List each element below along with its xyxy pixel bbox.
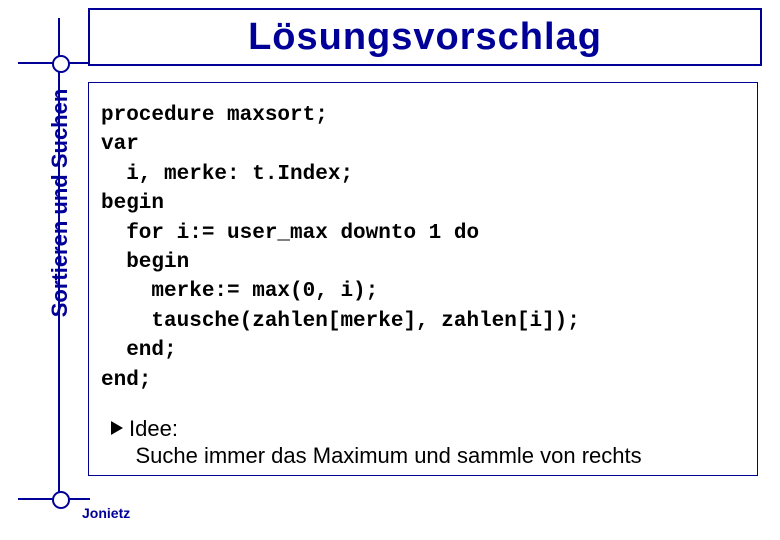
slide-title: Lösungsvorschlag [248, 16, 602, 59]
title-box: Lösungsvorschlag [88, 8, 762, 66]
sidebar-label: Sortieren und Suchen [47, 83, 73, 323]
content-box: procedure maxsort; var i, merke: t.Index… [88, 82, 758, 476]
decorative-dot-top [52, 55, 70, 73]
code-listing: procedure maxsort; var i, merke: t.Index… [101, 101, 745, 395]
idea-label: Idee: [129, 416, 178, 441]
bullet-arrow-icon [111, 421, 123, 435]
idea-text: Suche immer das Maximum und sammle von r… [135, 443, 641, 468]
decorative-dot-bottom [52, 491, 70, 509]
idea-block: Idee: Suche immer das Maximum und sammle… [101, 415, 745, 470]
footer-author: Jonietz [82, 505, 130, 521]
